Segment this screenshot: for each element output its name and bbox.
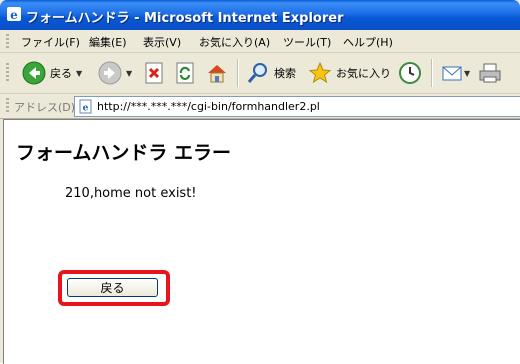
- stop-icon: [145, 62, 163, 84]
- window-title: フォームハンドラ - Microsoft Internet Explorer: [26, 11, 344, 26]
- mail-dropdown-icon[interactable]: ▼: [464, 69, 470, 78]
- title-bar: e フォームハンドラ - Microsoft Internet Explorer: [0, 0, 520, 30]
- ie-logo-icon: e: [7, 7, 21, 22]
- address-bar: アドレス(D) e http://***.***.***/cgi-bin/for…: [0, 94, 520, 119]
- back-dropdown-icon[interactable]: ▼: [76, 69, 82, 78]
- menu-edit[interactable]: 編集(E): [89, 34, 127, 50]
- address-url: http://***.***.***/cgi-bin/formhandler2.…: [97, 100, 320, 113]
- page-content: フォームハンドラ エラー 210,home not exist! 戻る: [3, 119, 520, 364]
- search-button[interactable]: 検索: [246, 58, 296, 88]
- page-heading: フォームハンドラ エラー: [16, 142, 232, 164]
- toolbar: 戻る ▼ ▼ 検索 お気に入り ▼: [0, 53, 520, 94]
- forward-button[interactable]: ▼: [98, 58, 132, 88]
- svg-text:e: e: [83, 104, 89, 114]
- page-icon: e: [79, 99, 92, 114]
- menu-favorites[interactable]: お気に入り(A): [199, 34, 270, 50]
- stop-button[interactable]: [145, 58, 165, 88]
- back-icon: [22, 61, 46, 85]
- history-button[interactable]: [398, 58, 422, 88]
- print-button[interactable]: [478, 58, 502, 88]
- refresh-icon: [176, 62, 194, 84]
- address-grip: [6, 98, 9, 112]
- forward-icon: [98, 61, 122, 85]
- menu-file[interactable]: ファイル(F): [21, 34, 80, 50]
- menu-bar: ファイル(F) 編集(E) 表示(V) お気に入り(A) ツール(T) ヘルプ(…: [0, 30, 520, 53]
- back-button[interactable]: 戻る ▼: [22, 58, 82, 88]
- history-icon: [399, 62, 421, 84]
- menu-view[interactable]: 表示(V): [143, 34, 181, 50]
- forward-dropdown-icon[interactable]: ▼: [126, 69, 132, 78]
- toolbar-grip: [6, 63, 9, 83]
- search-icon: [247, 63, 267, 83]
- mail-button[interactable]: ▼: [440, 58, 470, 88]
- error-message: 210,home not exist!: [65, 186, 197, 201]
- toolbar-separator-2: [431, 59, 433, 87]
- search-label: 検索: [274, 67, 296, 80]
- home-icon: [208, 65, 226, 83]
- home-button[interactable]: [205, 58, 229, 88]
- browser-window: e フォームハンドラ - Microsoft Internet Explorer…: [0, 0, 520, 364]
- menu-grip: [6, 34, 9, 48]
- svg-text:e: e: [10, 8, 18, 22]
- favorites-button[interactable]: お気に入り: [308, 58, 391, 88]
- menu-help[interactable]: ヘルプ(H): [343, 34, 393, 50]
- favorites-label: お気に入り: [336, 67, 391, 80]
- mail-icon: [442, 66, 462, 81]
- address-label: アドレス(D): [14, 101, 76, 114]
- favorites-icon: [308, 61, 332, 84]
- refresh-button[interactable]: [176, 58, 196, 88]
- toolbar-separator: [237, 59, 239, 87]
- back-label: 戻る: [50, 67, 72, 80]
- back-page-button[interactable]: 戻る: [67, 278, 158, 297]
- print-icon: [479, 63, 501, 83]
- menu-tools[interactable]: ツール(T): [283, 34, 331, 50]
- address-input[interactable]: e http://***.***.***/cgi-bin/formhandler…: [74, 96, 520, 117]
